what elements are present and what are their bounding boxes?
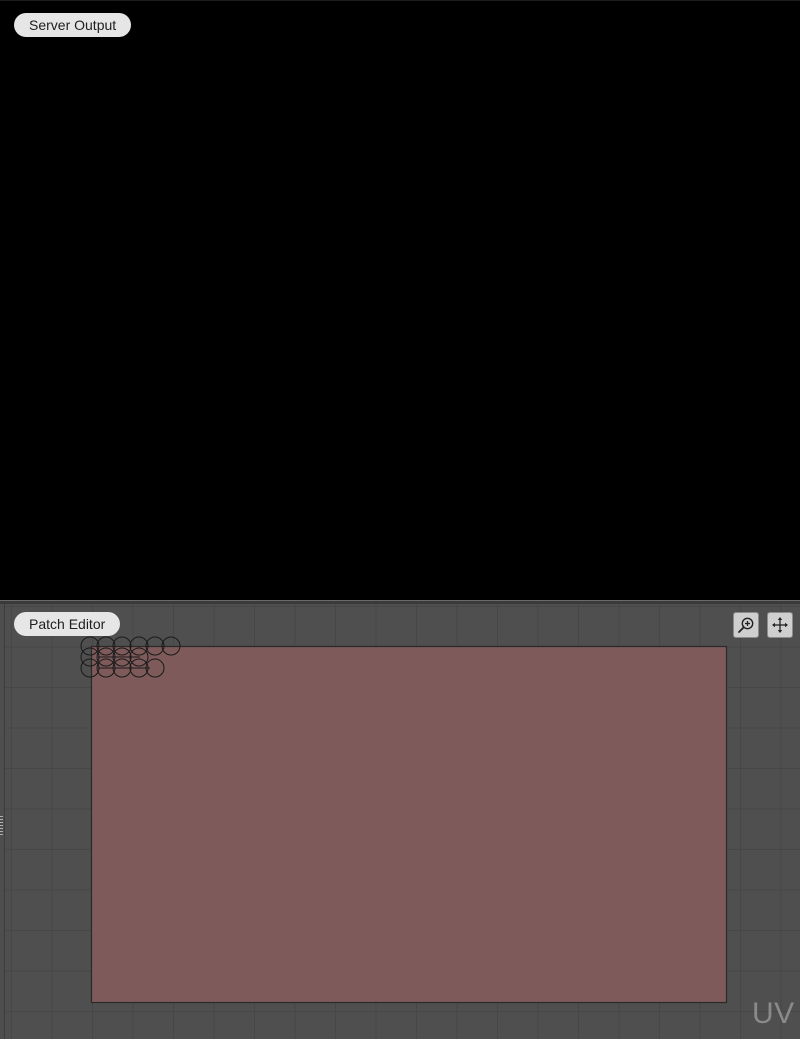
zoom-in-icon bbox=[738, 617, 754, 633]
uv-patch bbox=[90, 645, 728, 1004]
server-output-label: Server Output bbox=[14, 13, 132, 37]
uv-watermark: UV bbox=[752, 997, 795, 1030]
pan-button[interactable] bbox=[767, 612, 793, 638]
patch-editor-label: Patch Editor bbox=[14, 612, 121, 636]
pan-move-icon bbox=[772, 617, 788, 633]
uv-canvas[interactable] bbox=[0, 604, 800, 1039]
patch-editor-panel: Patch Editor UV bbox=[0, 604, 800, 1039]
zoom-button[interactable] bbox=[733, 612, 759, 638]
server-output-panel: Server Output bbox=[0, 0, 800, 600]
